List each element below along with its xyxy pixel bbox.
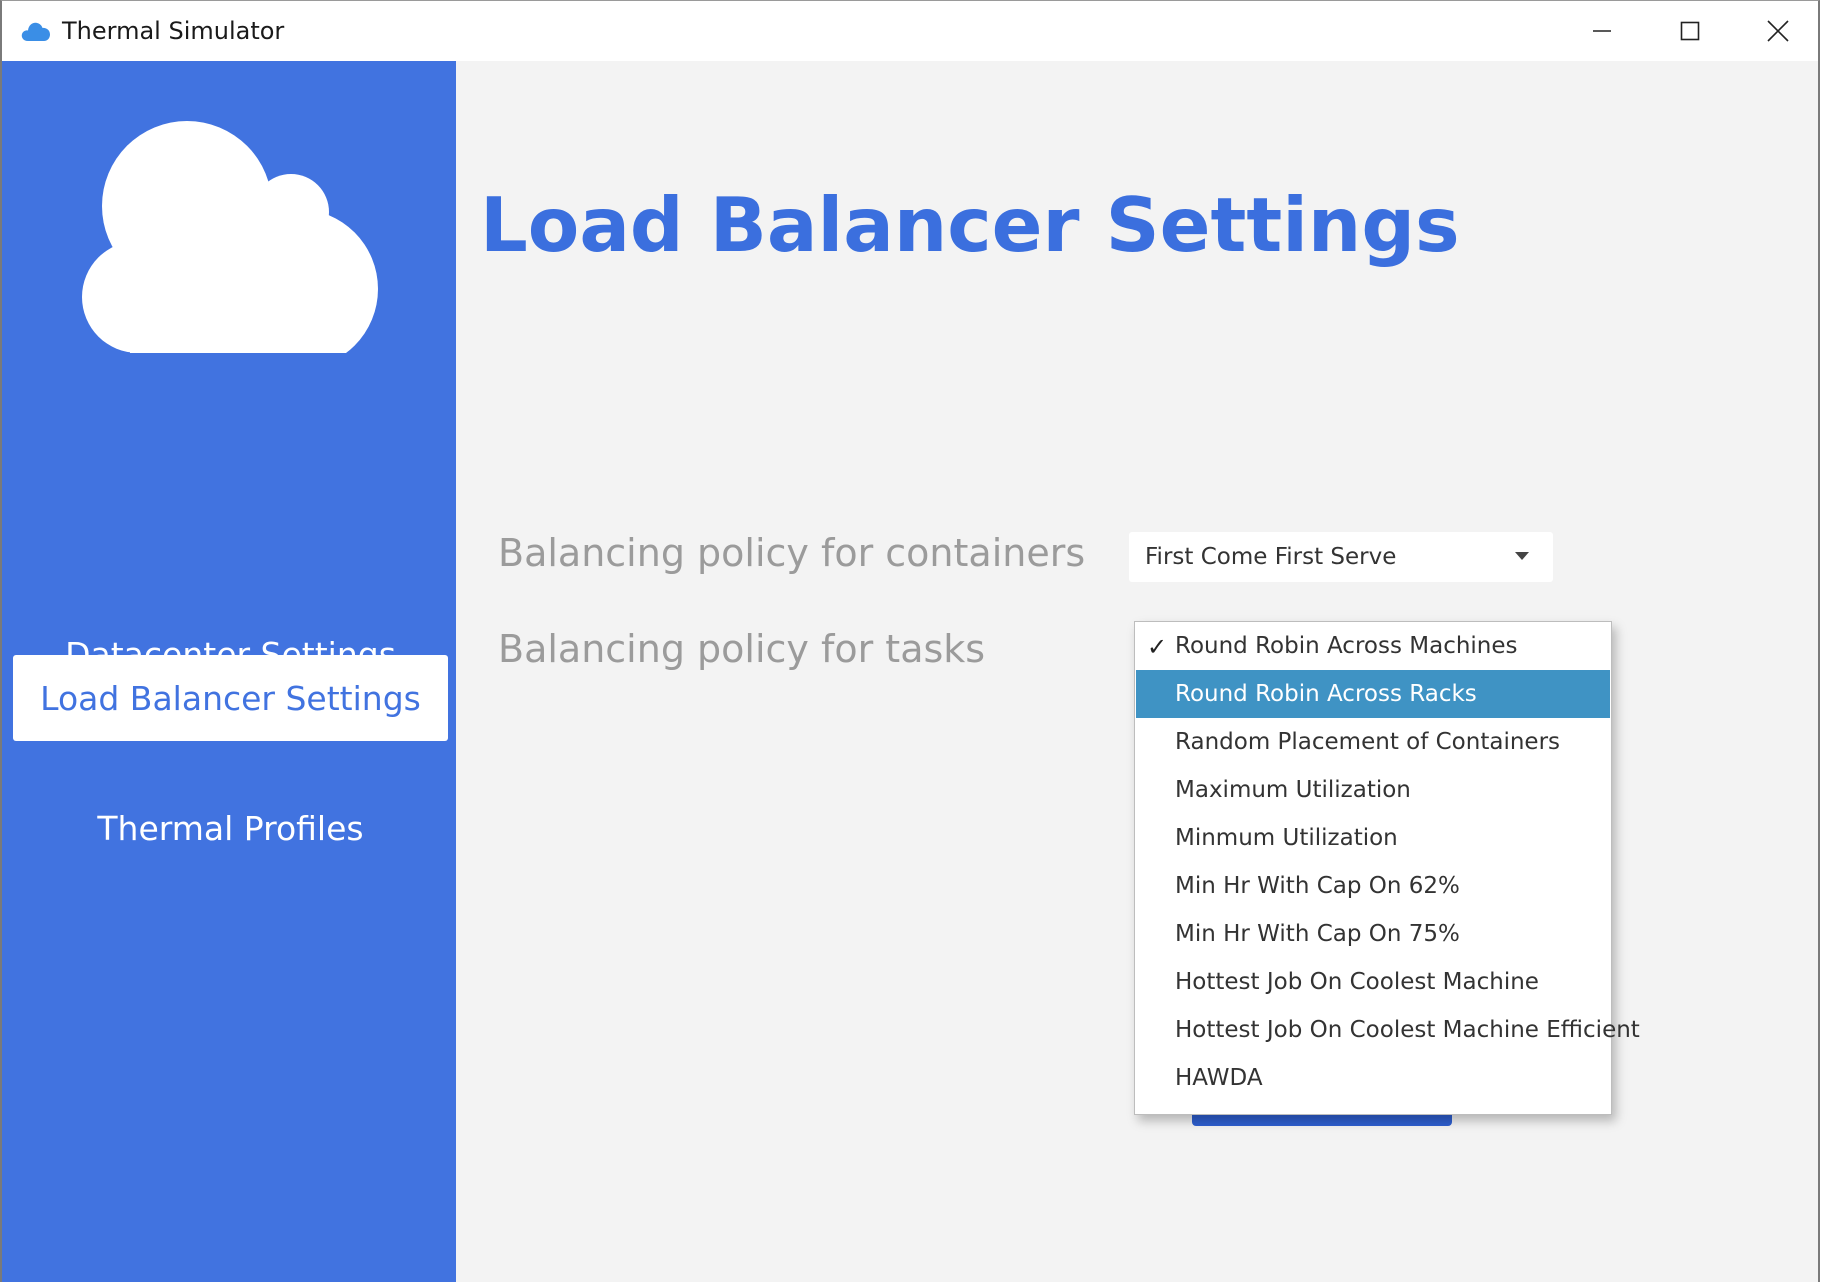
close-button[interactable] xyxy=(1734,1,1818,61)
sidebar: Datacenter Settings Load Balancer Settin… xyxy=(2,61,456,1282)
maximize-icon xyxy=(1680,21,1700,41)
dropdown-option[interactable]: Hottest Job On Coolest Machine xyxy=(1136,958,1610,1006)
sidebar-item-load-balancer-settings[interactable]: Load Balancer Settings xyxy=(13,655,448,741)
dropdown-option[interactable]: Minmum Utilization xyxy=(1136,814,1610,862)
page-title: Load Balancer Settings xyxy=(480,181,1460,269)
title-bar[interactable]: Thermal Simulator xyxy=(2,1,1818,61)
containers-policy-select[interactable]: First Come First Serve xyxy=(1129,532,1553,582)
cloud-icon xyxy=(82,121,378,353)
dropdown-option[interactable]: Min Hr With Cap On 75% xyxy=(1136,910,1610,958)
dropdown-option[interactable]: ✓ Round Robin Across Machines xyxy=(1136,622,1610,670)
tasks-policy-dropdown: ✓ Round Robin Across Machines Round Robi… xyxy=(1134,621,1640,1115)
containers-policy-value: First Come First Serve xyxy=(1145,544,1397,570)
dropdown-option[interactable]: Hottest Job On Coolest Machine Efficient xyxy=(1136,1006,1640,1054)
main-content: Load Balancer Settings Balancing policy … xyxy=(456,61,1818,1282)
chevron-down-icon xyxy=(1515,552,1529,560)
dropdown-option[interactable]: Min Hr With Cap On 62% xyxy=(1136,862,1610,910)
app-window: Thermal Simulator Datacenter Settings Lo… xyxy=(0,0,1820,1282)
dropdown-option[interactable]: Random Placement of Containers xyxy=(1136,718,1610,766)
containers-policy-label: Balancing policy for containers xyxy=(498,531,1086,575)
sidebar-item-thermal-profiles[interactable]: Thermal Profiles xyxy=(13,785,448,871)
minimize-button[interactable] xyxy=(1558,1,1646,61)
dropdown-option[interactable]: Maximum Utilization xyxy=(1136,766,1610,814)
checkmark-icon: ✓ xyxy=(1147,633,1168,661)
cloud-icon xyxy=(21,22,50,41)
window-title: Thermal Simulator xyxy=(62,17,285,45)
dropdown-option[interactable]: Round Robin Across Racks xyxy=(1136,670,1610,718)
minimize-icon xyxy=(1593,30,1611,32)
close-icon xyxy=(1767,20,1789,42)
maximize-button[interactable] xyxy=(1646,1,1734,61)
tasks-policy-label: Balancing policy for tasks xyxy=(498,627,986,671)
dropdown-option[interactable]: HAWDA xyxy=(1136,1054,1610,1102)
